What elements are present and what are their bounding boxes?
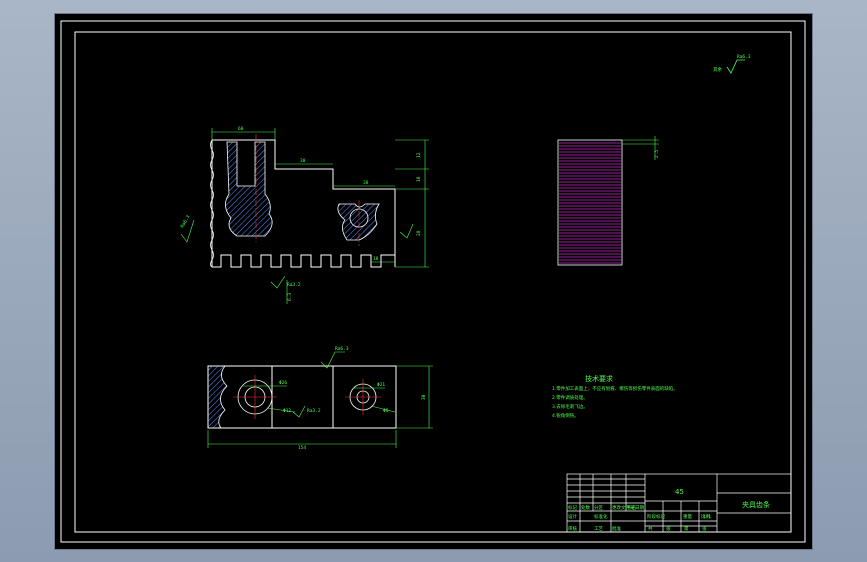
title-block-label: 处数 [581,504,590,511]
title-block-label: 审核 [568,525,577,532]
title-part-name: 夹具齿条 [742,500,770,509]
dim-step1: 30 [300,158,306,164]
tech-req-title: 技术要求 [585,374,613,383]
side-view [557,136,659,266]
title-block-label: 批准 [612,525,621,532]
roughness-general-prefix: 其余 [713,66,722,73]
title-block-label: 设计 [568,513,577,520]
title-material: 45 [675,488,684,496]
side-view-lines [559,142,621,264]
roughness-general-value: Ra6.3 [737,54,751,60]
title-block-label: 共 [648,525,653,532]
roughness-symbol-general [726,59,745,74]
top-roughness-2: Ra3.2 [307,408,321,414]
title-block-label: 重量 [683,513,692,520]
dim-step2: 38 [363,180,369,186]
tech-req-line-3: 3.去除毛刺飞边。 [552,403,588,410]
cad-drawing: Ra6.3 其余 60 30 38 12 18 28 18 Ra6.3 Ra3.… [60,20,806,543]
title-block-label: 日期 [635,505,644,511]
roughness-bottom: Ra3.2 [287,282,301,288]
top-dim-length: 154 [298,445,306,451]
top-dim-hole-left: Φ26 [279,380,287,386]
roughness-left: Ra6.3 [180,214,192,229]
section-hatch-left [225,141,273,237]
top-dim-hole-right: Φ21 [377,382,385,388]
side-dim: 2.5 [654,150,660,158]
title-block-label: 标准化 [594,513,608,520]
dim-right-3: 28 [416,230,422,236]
inner-frame [74,31,792,533]
top-dim-width: 30 [421,394,427,400]
title-block-label: 张 [702,525,707,532]
cad-viewport[interactable]: Ra6.3 其余 60 30 38 12 18 28 18 Ra6.3 Ra3.… [55,14,812,549]
dim-right-2: 18 [416,176,422,182]
top-dim-hole-left-2: Φ12 [283,408,291,414]
tech-req-line-2: 2.零件调质处理。 [552,394,588,401]
title-block-label: 标记 [568,504,577,511]
dim-top: 60 [238,126,244,132]
top-section-hatch [207,365,228,429]
tech-req-line-1: 1.零件加工表面上，不应有划痕、擦伤等损伤零件表面的缺陷。 [552,385,678,392]
tech-req-line-4: 4.锐角倒钝。 [552,412,579,419]
title-block-label: 分区 [594,504,603,511]
roughness-bottom-2: 6.3 [287,293,293,301]
title-block-label: 张 [666,525,671,532]
outer-frame [60,20,806,543]
title-block-label: 第 [684,525,689,532]
title-block-label: 阶段标记 [647,513,665,520]
dim-slot: 18 [373,256,379,262]
title-block-label: 比例 [701,513,710,520]
top-dim-hole-right-2: Φ8 [383,408,389,414]
title-block-label: 工艺 [594,526,603,532]
top-roughness: Ra6.3 [335,346,349,352]
dim-right-1: 12 [416,152,422,158]
front-dimensions [180,128,429,304]
